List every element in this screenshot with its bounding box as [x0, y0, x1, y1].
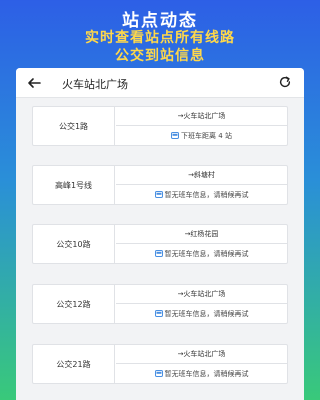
route-status-text: 暂无班车信息，请稍候再试	[164, 190, 249, 199]
route-status: 暂无班车信息，请稍候再试	[116, 185, 287, 204]
bus-icon	[154, 190, 163, 198]
route-name: 公交10路	[33, 225, 115, 263]
banner-subtitle-line1: 实时查看站点所有线路	[85, 30, 235, 46]
bus-icon	[154, 369, 163, 377]
refresh-icon[interactable]	[278, 75, 292, 89]
bus-icon	[154, 249, 163, 257]
phone-screen: 火车站北广场 公交1路 →火车站北广场 下班车距离 4 站 高峰1号线 →斜塘村…	[16, 68, 304, 400]
route-card[interactable]: 公交1路 →火车站北广场 下班车距离 4 站	[32, 106, 288, 146]
route-direction: →火车站北广场	[116, 345, 287, 364]
bus-icon	[171, 131, 180, 139]
station-title: 火车站北广场	[62, 78, 128, 91]
route-direction: →火车站北广场	[116, 107, 287, 126]
route-status-text: 暂无班车信息，请稍候再试	[164, 369, 249, 378]
route-status: 暂无班车信息，请稍候再试	[116, 304, 287, 323]
app-bar: 火车站北广场	[16, 68, 304, 98]
arrow-left-icon[interactable]	[26, 75, 42, 91]
route-card[interactable]: 公交12路 →火车站北广场 暂无班车信息，请稍候再试	[32, 284, 288, 324]
promo-banner: 站点动态 实时查看站点所有线路 公交到站信息	[0, 0, 320, 66]
route-status-text: 暂无班车信息，请稍候再试	[164, 309, 249, 318]
route-card[interactable]: 公交21路 →火车站北广场 暂无班车信息，请稍候再试	[32, 344, 288, 384]
bus-icon	[154, 309, 163, 317]
route-name: 公交21路	[33, 345, 115, 383]
route-status-text: 下班车距离 4 站	[181, 131, 232, 140]
route-status: 下班车距离 4 站	[116, 126, 287, 145]
route-card[interactable]: 公交10路 →红杨花园 暂无班车信息，请稍候再试	[32, 224, 288, 264]
route-status-text: 暂无班车信息，请稍候再试	[164, 249, 249, 258]
route-card[interactable]: 高峰1号线 →斜塘村 暂无班车信息，请稍候再试	[32, 165, 288, 205]
route-name: 公交1路	[33, 107, 115, 145]
banner-subtitle-line2: 公交到站信息	[115, 48, 205, 64]
route-status: 暂无班车信息，请稍候再试	[116, 364, 287, 383]
route-status: 暂无班车信息，请稍候再试	[116, 244, 287, 263]
route-direction: →火车站北广场	[116, 285, 287, 304]
route-direction: →红杨花园	[116, 225, 287, 244]
route-direction: →斜塘村	[116, 166, 287, 185]
route-name: 公交12路	[33, 285, 115, 323]
route-name: 高峰1号线	[33, 166, 115, 204]
